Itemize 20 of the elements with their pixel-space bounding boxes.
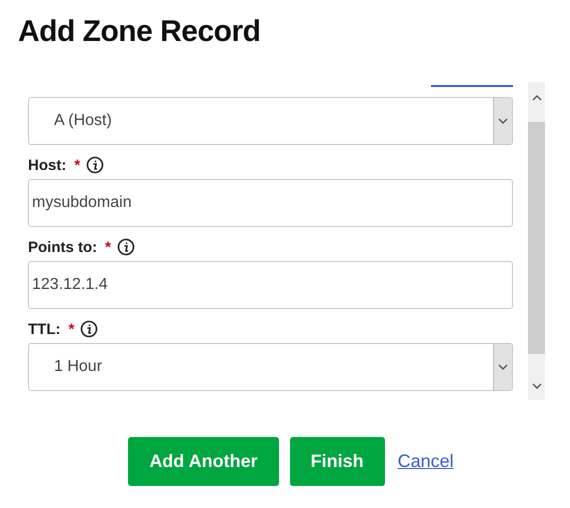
caret-icon <box>498 364 508 370</box>
required-mark: * <box>105 238 111 256</box>
required-mark: * <box>68 320 74 338</box>
caret-icon <box>498 118 508 124</box>
info-icon[interactable] <box>80 320 98 338</box>
scroll-down-icon[interactable] <box>532 383 542 390</box>
info-icon[interactable] <box>86 156 104 174</box>
scroll-up-icon[interactable] <box>532 94 542 101</box>
cancel-link[interactable]: Cancel <box>398 451 454 472</box>
input-field[interactable]: 123.12.1.4 <box>28 261 513 309</box>
dropdown[interactable]: A (Host) <box>28 97 513 145</box>
field-label: Points to: <box>28 238 98 256</box>
field-label: Host: <box>28 156 66 174</box>
scrollbar[interactable] <box>528 82 545 400</box>
required-mark: * <box>74 156 80 174</box>
field-label: TTL: <box>28 320 60 338</box>
input-field[interactable]: mysubdomain <box>28 179 513 227</box>
info-icon[interactable] <box>117 238 135 256</box>
page-title: Add Zone Record <box>18 15 262 50</box>
dropdown[interactable]: 1 Hour <box>28 343 513 391</box>
